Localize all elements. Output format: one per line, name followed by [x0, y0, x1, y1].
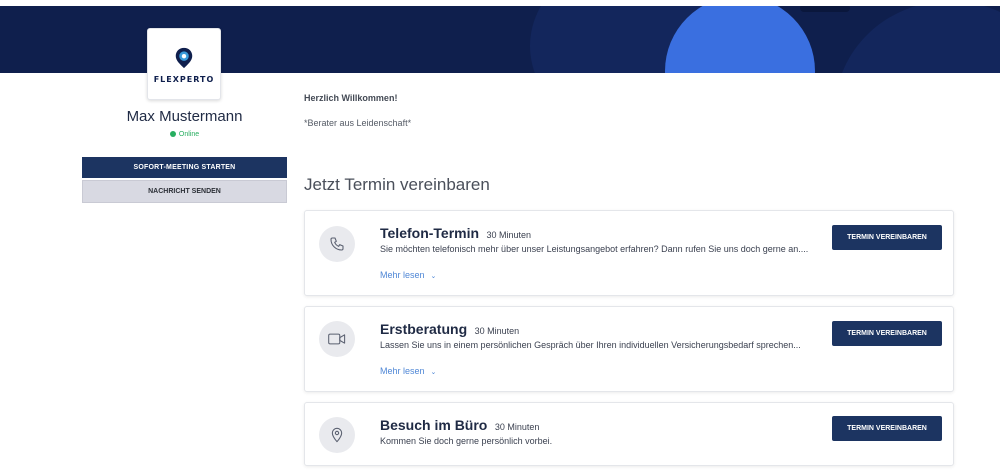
logo-text: FLEXPERTO [153, 74, 215, 84]
status-label: Online [178, 131, 200, 138]
status-dot-icon [169, 131, 176, 137]
banner-decoration [800, 6, 850, 12]
book-appointment-button[interactable]: TERMIN VEREINBAREN [832, 321, 942, 346]
appointment-title-row: Besuch im Büro 30 Minuten [380, 417, 539, 435]
appointment-title-row: Telefon-Termin 30 Minuten [380, 225, 531, 243]
appointment-description: Kommen Sie doch gerne persönlich vorbei. [380, 436, 553, 446]
read-more-label: Mehr lesen [380, 270, 425, 280]
appointment-title: Besuch im Büro [380, 417, 488, 433]
chevron-down-icon: ⌄ [430, 273, 437, 280]
read-more-label: Mehr lesen [380, 366, 425, 376]
appointment-icon-wrapper [319, 226, 355, 262]
read-more-link[interactable]: Mehr lesen ⌄ [380, 366, 436, 376]
logo-icon [175, 47, 193, 68]
banner-decoration [835, 6, 1000, 73]
appointment-card-erstberatung: Erstberatung 30 Minuten Lassen Sie uns i… [304, 306, 954, 392]
appointment-duration: 30 Minuten [474, 326, 520, 336]
start-meeting-button[interactable]: SOFORT-MEETING STARTEN [82, 157, 287, 178]
appointment-duration: 30 Minuten [486, 230, 532, 240]
tagline-text: *Berater aus Leidenschaft* [304, 118, 412, 128]
section-title: Jetzt Termin vereinbaren [304, 175, 490, 194]
appointment-description: Lassen Sie uns in einem persönlichen Ges… [380, 340, 801, 350]
video-icon [328, 333, 346, 345]
location-pin-icon [331, 427, 343, 443]
banner-decoration [665, 6, 815, 73]
appointment-title: Erstberatung [380, 321, 468, 337]
book-appointment-button[interactable]: TERMIN VEREINBAREN [832, 416, 942, 441]
appointment-duration: 30 Minuten [494, 422, 540, 432]
appointment-title-row: Erstberatung 30 Minuten [380, 321, 519, 339]
appointment-card-buero: Besuch im Büro 30 Minuten Kommen Sie doc… [304, 402, 954, 466]
online-status: Online [82, 131, 287, 138]
welcome-text: Herzlich Willkommen! [304, 93, 398, 103]
appointment-title: Telefon-Termin [380, 225, 480, 241]
appointment-card-telefon: Telefon-Termin 30 Minuten Sie möchten te… [304, 210, 954, 296]
appointment-description: Sie möchten telefonisch mehr über unser … [380, 244, 809, 254]
send-message-button[interactable]: NACHRICHT SENDEN [82, 180, 287, 203]
advisor-name: Max Mustermann [126, 108, 243, 125]
phone-icon [330, 237, 344, 251]
company-logo: FLEXPERTO [147, 28, 221, 100]
book-appointment-button[interactable]: TERMIN VEREINBAREN [832, 225, 942, 250]
appointment-icon-wrapper [319, 321, 355, 357]
appointment-icon-wrapper [319, 417, 355, 453]
read-more-link[interactable]: Mehr lesen ⌄ [380, 270, 436, 280]
chevron-down-icon: ⌄ [430, 369, 437, 376]
